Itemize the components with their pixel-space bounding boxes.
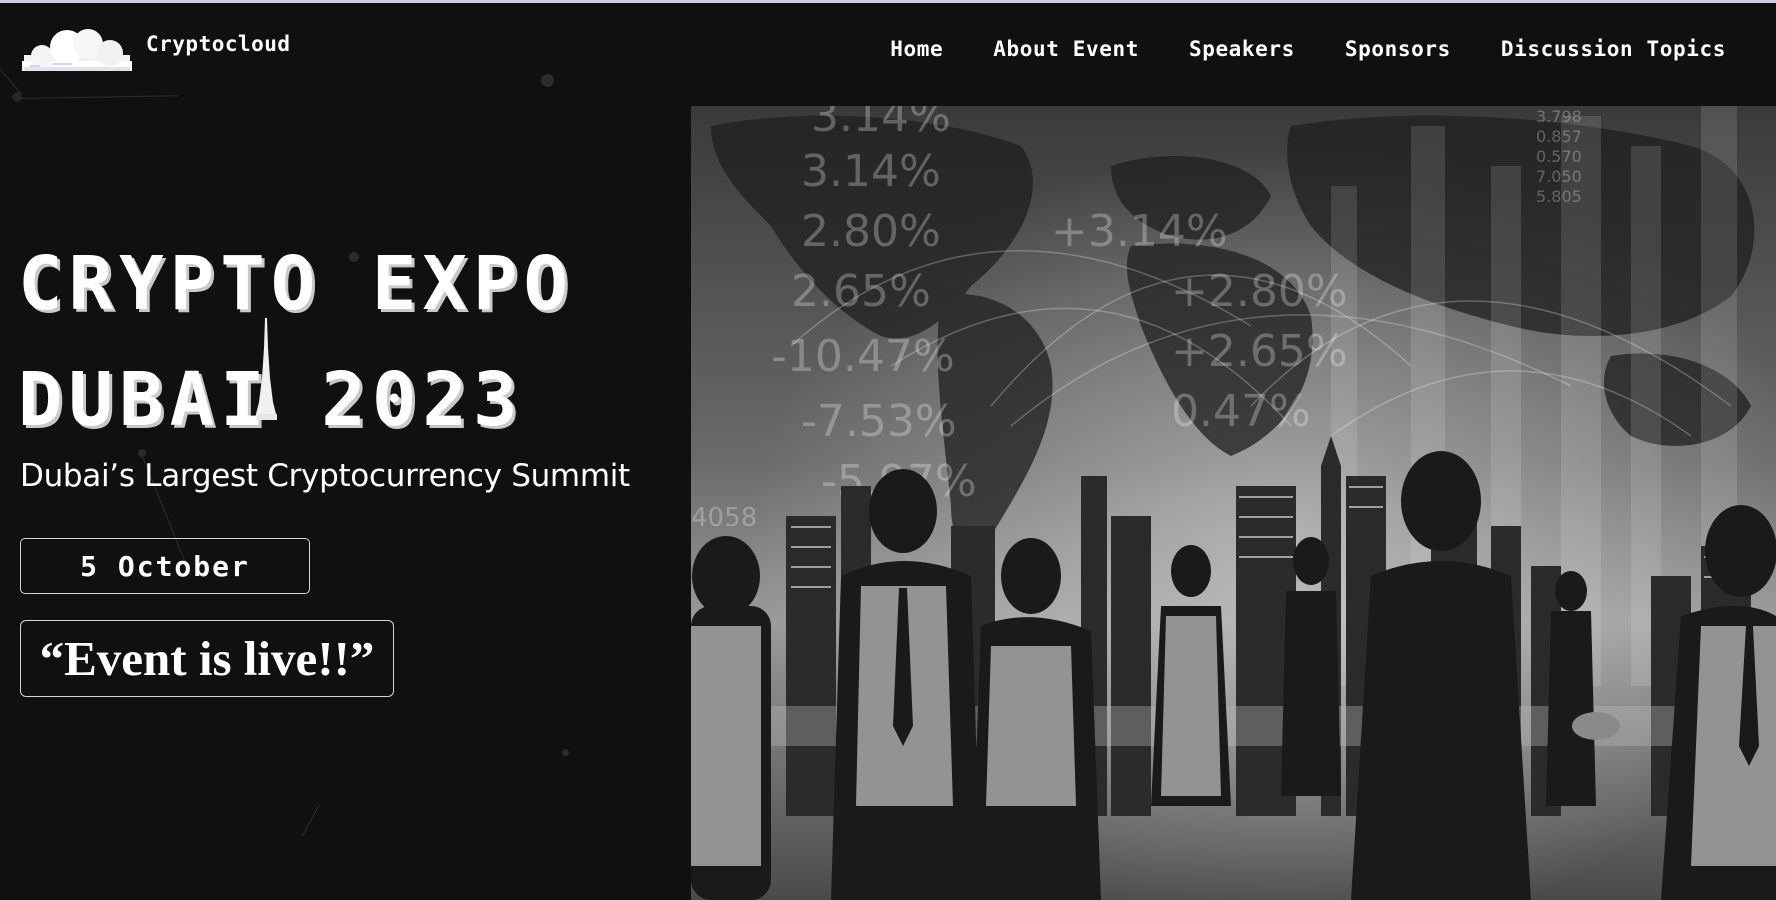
hero-title: CRYPTO EXPO DUBAI 2023: [18, 226, 678, 458]
overlay-number: +2.65%: [1171, 326, 1348, 377]
nav-link-about-event[interactable]: About Event: [993, 37, 1139, 61]
overlay-number: 4058: [691, 503, 757, 533]
overlay-number: 7.050: [1536, 167, 1582, 186]
burj-khalifa-icon: [255, 318, 277, 420]
overlay-number: 3.14%: [801, 146, 941, 197]
event-status-text: “Event is live!!”: [39, 631, 375, 686]
overlay-number: +3.14%: [1051, 206, 1228, 257]
overlay-number: 2.65%: [791, 266, 931, 317]
decorative-line: [302, 804, 320, 837]
overlay-number: 0.570: [1536, 147, 1582, 166]
overlay-number: 3.14%: [811, 106, 951, 142]
decorative-particle: [562, 749, 569, 756]
overlay-number: 3.798: [1536, 107, 1582, 126]
overlay-number: 0.47%: [1171, 386, 1311, 437]
nav-link-discussion-topics[interactable]: Discussion Topics: [1501, 37, 1726, 61]
cloud-logo-icon: [22, 29, 132, 71]
overlay-number: 2.80%: [801, 206, 941, 257]
event-status-badge: “Event is live!!”: [20, 620, 394, 697]
nav-link-speakers[interactable]: Speakers: [1189, 37, 1295, 61]
hero-title-line-2: DUBAI 2023: [18, 357, 524, 443]
overlay-number: -10.47%: [771, 331, 955, 382]
brand-home-link[interactable]: Cryptocloud: [22, 25, 291, 73]
overlay-number: 5.805: [1536, 187, 1582, 206]
main-nav: Home About Event Speakers Sponsors Discu…: [890, 37, 1726, 61]
nav-link-home[interactable]: Home: [890, 37, 943, 61]
hero-title-line-1: CRYPTO EXPO: [18, 241, 575, 327]
overlay-number: 0.857: [1536, 127, 1582, 146]
top-navbar: Cryptocloud Home About Event Speakers Sp…: [0, 3, 1776, 100]
hero-image: 3.14% 3.14% 2.80% 2.65% -10.47% -7.53% -…: [691, 106, 1776, 900]
hero-subtitle: Dubai’s Largest Cryptocurrency Summit: [20, 458, 630, 494]
brand-name: Cryptocloud: [146, 32, 291, 56]
event-date-badge: 5 October: [20, 538, 310, 594]
overlay-number: +2.80%: [1171, 266, 1348, 317]
business-people-city-skyline-image: 3.14% 3.14% 2.80% 2.65% -10.47% -7.53% -…: [691, 106, 1776, 900]
overlay-number: -7.53%: [801, 396, 957, 447]
event-date: 5 October: [80, 549, 250, 583]
nav-link-sponsors[interactable]: Sponsors: [1345, 37, 1451, 61]
